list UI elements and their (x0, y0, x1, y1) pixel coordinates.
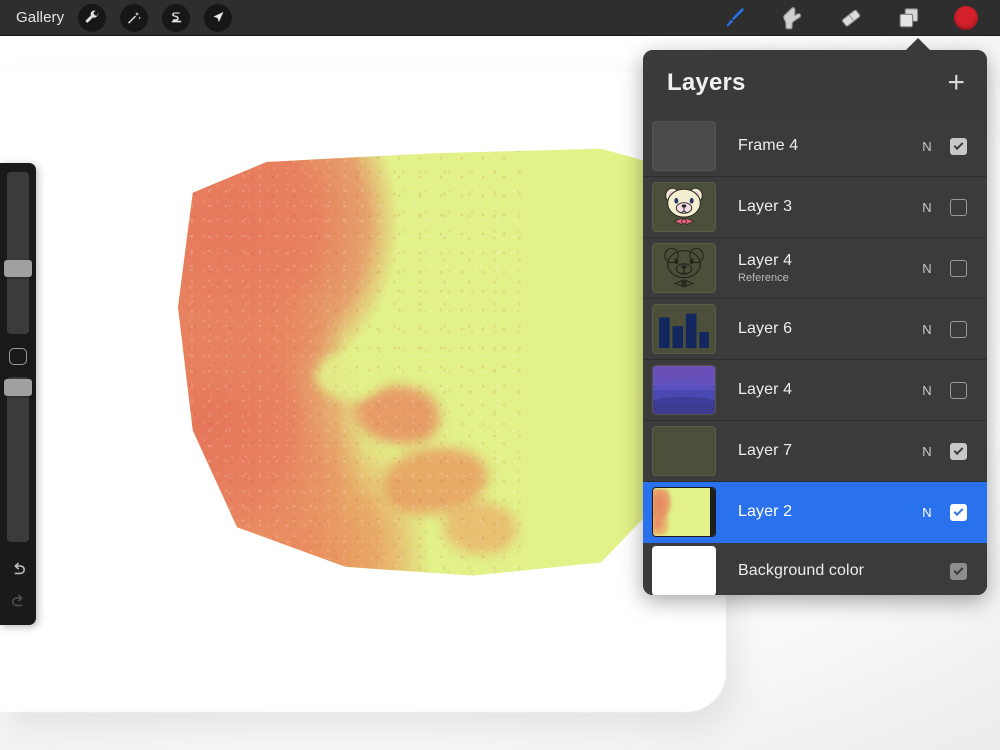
toolbar-left-group: Gallery (0, 3, 233, 32)
eraser-icon[interactable] (838, 5, 864, 31)
adjustments-button[interactable] (120, 3, 149, 32)
wrench-icon (84, 10, 100, 26)
top-toolbar: Gallery (0, 0, 1000, 36)
layer-info: Layer 7 (738, 442, 918, 460)
layer-thumbnail[interactable] (652, 243, 716, 293)
background-color-thumbnail[interactable] (652, 546, 716, 595)
layer-thumbnail[interactable] (652, 365, 716, 415)
artwork-wash-layer (178, 148, 670, 576)
layer-info: Layer 6 (738, 320, 918, 338)
layer-thumbnail[interactable] (652, 426, 716, 476)
layers-stack-icon[interactable] (896, 5, 922, 31)
visibility-checkbox[interactable] (950, 259, 967, 277)
check-icon (953, 139, 964, 150)
brush-size-thumb[interactable] (4, 260, 32, 277)
toolbar-right-group (722, 5, 1000, 31)
brush-size-slider[interactable] (4, 172, 32, 334)
undo-arrow-icon (9, 560, 28, 584)
blend-mode-label[interactable]: N (918, 444, 936, 459)
table-row[interactable]: Layer 6 N (643, 299, 987, 360)
procreate-window: Gallery Layers + Frame 4 N Layer 3 N Lay… (0, 0, 1000, 750)
layer-name: Frame 4 (738, 137, 799, 154)
color-swatch-icon[interactable] (954, 5, 978, 30)
blend-mode-label[interactable]: N (918, 505, 936, 520)
check-icon (953, 505, 964, 516)
layer-info: Background color (738, 562, 918, 580)
redo-button (4, 591, 32, 617)
actions-button[interactable] (78, 3, 107, 32)
layer-thumbnail[interactable] (652, 487, 716, 537)
table-row[interactable]: Layer 3 N (643, 177, 987, 238)
layer-name: Layer 6 (738, 320, 793, 337)
panel-pointer-triangle (905, 38, 931, 51)
blend-mode-label[interactable]: N (918, 322, 936, 337)
table-row[interactable]: Layer 7 N (643, 421, 987, 482)
layer-info: Layer 4 Reference (738, 252, 918, 284)
bear-color-thumbnail-icon (665, 187, 703, 226)
layer-info: Frame 4 (738, 137, 918, 155)
selection-button[interactable] (162, 3, 191, 32)
artwork-thumbnail-icon (653, 488, 715, 536)
visibility-checkbox[interactable] (950, 320, 967, 338)
table-row[interactable]: Layer 4 N (643, 360, 987, 421)
paintbrush-icon[interactable] (722, 5, 748, 31)
layer-info: Layer 4 (738, 381, 918, 399)
layer-name: Layer 7 (738, 442, 793, 459)
table-row[interactable]: Layer 2 N (643, 482, 987, 543)
transform-button[interactable] (204, 3, 233, 32)
layer-reference-label: Reference (738, 272, 789, 284)
blend-mode-label[interactable]: N (918, 261, 936, 276)
visibility-checkbox[interactable] (950, 562, 967, 580)
left-sidebar (0, 163, 36, 625)
canvas-artwork[interactable] (178, 140, 670, 580)
check-icon (953, 444, 964, 455)
visibility-checkbox[interactable] (950, 381, 967, 399)
visibility-checkbox[interactable] (950, 442, 967, 460)
s-curve-icon (169, 10, 184, 25)
table-row[interactable]: Background color (643, 543, 987, 595)
layer-thumbnail[interactable] (652, 121, 716, 171)
gallery-button[interactable]: Gallery (16, 9, 64, 26)
layers-panel-header: Layers + (643, 50, 987, 116)
layer-thumbnail[interactable] (652, 304, 716, 354)
layer-info: Layer 3 (738, 198, 918, 216)
panel-title: Layers (667, 69, 746, 96)
visibility-checkbox[interactable] (950, 137, 967, 155)
opacity-thumb[interactable] (4, 378, 32, 396)
check-icon (953, 564, 964, 575)
redo-arrow-icon (9, 592, 28, 616)
add-layer-button[interactable]: + (947, 68, 965, 98)
blend-mode-label[interactable]: N (918, 200, 936, 215)
table-row[interactable]: Frame 4 N (643, 116, 987, 177)
blend-mode-label[interactable]: N (918, 383, 936, 398)
table-row[interactable]: Layer 4 Reference N (643, 238, 987, 299)
bear-lineart-thumbnail-icon (664, 247, 704, 288)
layer-name: Layer 3 (738, 198, 793, 215)
layers-panel: Layers + Frame 4 N Layer 3 N Layer 4 Ref… (643, 50, 987, 595)
layer-name: Layer 4 (738, 381, 793, 398)
visibility-checkbox[interactable] (950, 503, 967, 521)
purple-waves-thumbnail-icon (653, 366, 715, 414)
layer-name: Layer 2 (738, 503, 793, 520)
layer-name: Layer 4 (738, 252, 793, 269)
magic-wand-icon (126, 10, 142, 26)
layer-thumbnail[interactable] (652, 182, 716, 232)
layer-info: Layer 2 (738, 503, 918, 521)
artwork-grain-texture (178, 148, 523, 576)
undo-button[interactable] (4, 558, 32, 584)
blend-mode-label[interactable]: N (918, 139, 936, 154)
bar-chart-thumbnail-icon (659, 313, 709, 349)
opacity-slider[interactable] (4, 376, 32, 543)
arrow-cursor-icon (211, 10, 226, 25)
modify-button[interactable] (9, 347, 27, 365)
layer-name: Background color (738, 562, 865, 579)
smudge-finger-icon[interactable] (780, 5, 806, 31)
layer-list: Frame 4 N Layer 3 N Layer 4 Reference N … (643, 116, 987, 595)
visibility-checkbox[interactable] (950, 198, 967, 216)
